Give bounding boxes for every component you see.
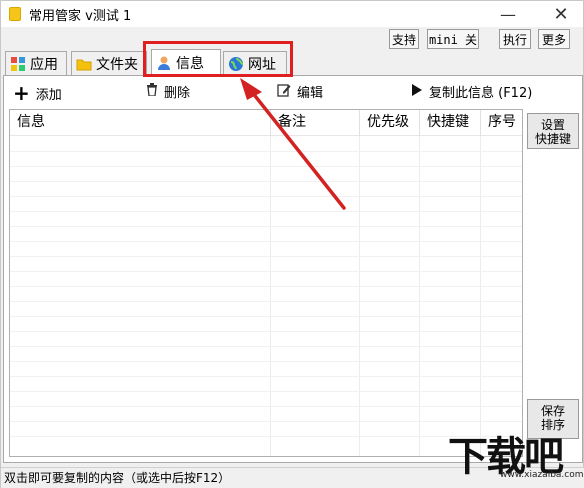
copy-info-button[interactable]: 复制此信息 (F12) bbox=[411, 82, 532, 101]
table-header: 信息 备注 优先级 快捷键 序号 bbox=[10, 110, 522, 136]
watermark-url: www.xiazaiba.com bbox=[500, 470, 584, 480]
row-separator bbox=[10, 151, 522, 152]
highlight-box bbox=[143, 41, 293, 77]
row-separator bbox=[10, 256, 522, 257]
delete-button[interactable]: 删除 bbox=[146, 82, 190, 101]
row-separator bbox=[10, 301, 522, 302]
more-button[interactable]: 更多 bbox=[538, 29, 570, 49]
table-column bbox=[420, 136, 481, 456]
row-separator bbox=[10, 211, 522, 212]
row-separator bbox=[10, 316, 522, 317]
apps-icon bbox=[10, 56, 26, 72]
row-separator bbox=[10, 241, 522, 242]
title-bar: 常用管家 v测试 1 — ✕ bbox=[1, 1, 583, 27]
folder-icon bbox=[76, 56, 92, 72]
edit-button[interactable]: 编辑 bbox=[277, 82, 323, 101]
copy-label: 复制此信息 (F12) bbox=[429, 86, 533, 101]
window-title: 常用管家 v测试 1 bbox=[29, 8, 132, 24]
tab-label: 文件夹 bbox=[96, 56, 138, 73]
delete-label: 删除 bbox=[164, 86, 191, 101]
watermark-logo: 下载吧 www.xiazaiba.com bbox=[442, 424, 584, 488]
row-separator bbox=[10, 196, 522, 197]
table-column bbox=[271, 136, 360, 456]
edit-icon bbox=[277, 83, 291, 101]
set-hotkey-button[interactable]: 设置 快捷键 bbox=[527, 113, 579, 149]
table-column bbox=[10, 136, 271, 456]
set-hotkey-label: 设置 快捷键 bbox=[534, 118, 571, 146]
row-separator bbox=[10, 331, 522, 332]
action-bar: + 添加 删除 编辑 复制此信息 (F12) bbox=[1, 79, 584, 105]
info-table[interactable]: 信息 备注 优先级 快捷键 序号 bbox=[9, 109, 523, 457]
column-header-note[interactable]: 备注 bbox=[271, 110, 360, 136]
app-window: 常用管家 v测试 1 — ✕ 支持 mini 关 执行 更多 应用 文件夹 信息 bbox=[0, 0, 584, 488]
row-separator bbox=[10, 406, 522, 407]
column-header-hotkey[interactable]: 快捷键 bbox=[420, 110, 481, 136]
row-separator bbox=[10, 391, 522, 392]
trash-icon bbox=[146, 83, 158, 100]
plus-icon: + bbox=[13, 81, 30, 105]
column-header-info[interactable]: 信息 bbox=[10, 110, 271, 136]
run-button[interactable]: 执行 bbox=[499, 29, 531, 49]
tab-label: 应用 bbox=[30, 56, 58, 73]
row-separator bbox=[10, 271, 522, 272]
minimize-button[interactable]: — bbox=[488, 1, 528, 27]
mini-toggle-button[interactable]: mini 关 bbox=[427, 29, 479, 49]
tab-apps[interactable]: 应用 bbox=[5, 51, 67, 75]
tab-strip: 应用 文件夹 信息 网址 bbox=[3, 49, 583, 76]
row-separator bbox=[10, 166, 522, 167]
row-separator bbox=[10, 181, 522, 182]
add-label: 添加 bbox=[35, 87, 62, 103]
app-icon bbox=[9, 7, 21, 21]
column-header-index[interactable]: 序号 bbox=[481, 110, 522, 136]
row-separator bbox=[10, 286, 522, 287]
row-separator bbox=[10, 226, 522, 227]
play-icon bbox=[411, 83, 423, 101]
close-button[interactable]: ✕ bbox=[541, 1, 581, 27]
add-button[interactable]: + 添加 bbox=[13, 81, 62, 105]
tab-folders[interactable]: 文件夹 bbox=[71, 51, 147, 75]
support-button[interactable]: 支持 bbox=[389, 29, 419, 49]
row-separator bbox=[10, 346, 522, 347]
row-separator bbox=[10, 421, 522, 422]
edit-label: 编辑 bbox=[297, 86, 324, 101]
column-header-priority[interactable]: 优先级 bbox=[360, 110, 420, 136]
row-separator bbox=[10, 376, 522, 377]
table-column bbox=[360, 136, 420, 456]
row-separator bbox=[10, 361, 522, 362]
